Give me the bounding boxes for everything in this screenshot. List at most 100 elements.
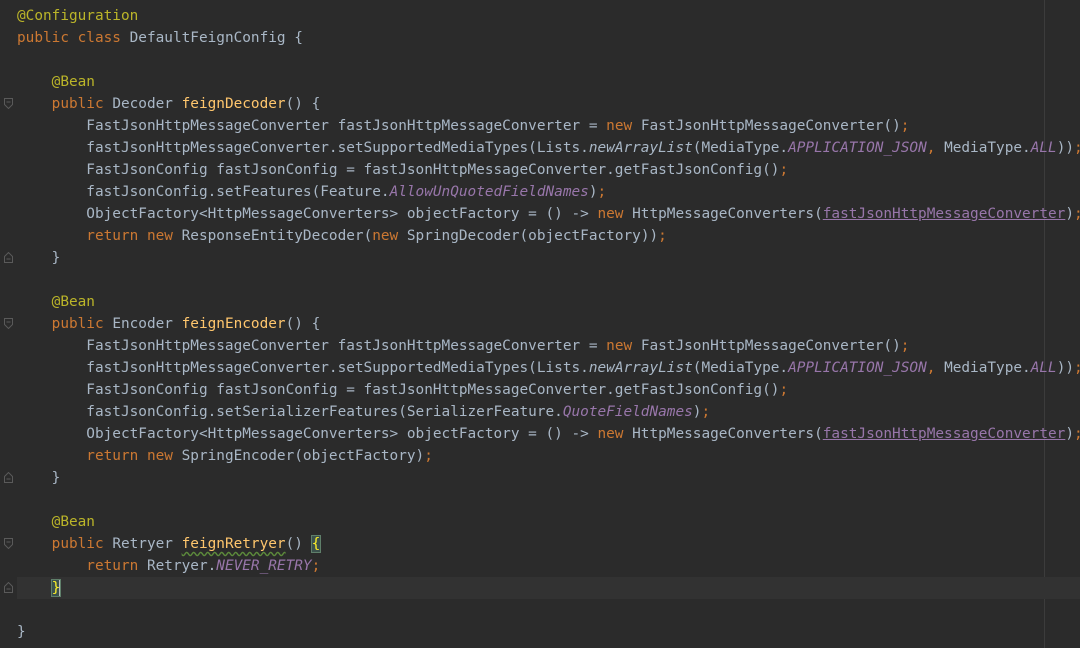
code-token: (MediaType. (692, 360, 789, 376)
code-line[interactable]: @Bean (17, 291, 1080, 313)
code-line[interactable]: public class DefaultFeignConfig { (17, 27, 1080, 49)
code-token: newArrayList (588, 360, 693, 376)
text-caret (59, 579, 62, 597)
code-token: public class (17, 30, 130, 46)
code-line[interactable]: fastJsonHttpMessageConverter.setSupporte… (17, 357, 1080, 379)
code-token: FastJsonConfig fastJsonConfig = fastJson… (17, 162, 780, 178)
code-token: FastJsonHttpMessageConverter() (640, 118, 901, 134)
code-token: return (17, 558, 147, 574)
code-token: ; (311, 558, 321, 574)
code-token: () (285, 536, 312, 552)
code-token: new (372, 228, 407, 244)
code-token: FastJsonHttpMessageConverter fastJsonHtt… (17, 338, 607, 354)
code-token: QuoteFieldNames (562, 404, 693, 420)
code-token: ; (1074, 206, 1080, 222)
fold-open-icon[interactable] (4, 538, 13, 549)
code-token: ResponseEntityDecoder( (181, 228, 373, 244)
code-token: HttpMessageConverters( (632, 206, 823, 222)
code-token: @Bean (17, 74, 95, 90)
code-editor[interactable]: @Configuration public class DefaultFeignC… (0, 0, 1080, 648)
code-line[interactable]: public Retryer feignRetryer() { (4, 533, 1080, 555)
code-token: fastJsonHttpMessageConverter (822, 206, 1066, 222)
code-line[interactable] (17, 599, 1080, 621)
code-line[interactable]: public Decoder feignDecoder() { (4, 93, 1080, 115)
code-line[interactable]: FastJsonConfig fastJsonConfig = fastJson… (17, 379, 1080, 401)
code-line[interactable]: } (4, 577, 1080, 599)
code-token: ) (1065, 426, 1075, 442)
code-line[interactable]: } (17, 621, 1080, 643)
code-line[interactable]: FastJsonConfig fastJsonConfig = fastJson… (17, 159, 1080, 181)
code-line[interactable]: FastJsonHttpMessageConverter fastJsonHtt… (17, 115, 1080, 137)
code-line[interactable]: } (4, 247, 1080, 269)
code-token: SpringDecoder(objectFactory)) (406, 228, 659, 244)
code-line[interactable]: return Retryer.NEVER_RETRY; (17, 555, 1080, 577)
code-token: fastJsonHttpMessageConverter.setSupporte… (17, 140, 589, 156)
code-line[interactable]: ObjectFactory<HttpMessageConverters> obj… (17, 423, 1080, 445)
code-line[interactable]: @Bean (17, 71, 1080, 93)
code-line[interactable]: public Encoder feignEncoder() { (4, 313, 1080, 335)
code-line[interactable] (17, 269, 1080, 291)
code-token: } (17, 470, 61, 486)
code-line[interactable]: @Configuration (17, 5, 1080, 27)
fold-close-icon[interactable] (4, 252, 13, 263)
code-line[interactable]: fastJsonConfig.setSerializerFeatures(Ser… (17, 401, 1080, 423)
code-token: new (606, 338, 641, 354)
code-token: APPLICATION_JSON (788, 360, 927, 376)
code-token: , (926, 140, 945, 156)
code-token: ) (1065, 206, 1075, 222)
code-token: ; (900, 118, 910, 134)
code-line[interactable]: @Bean (17, 511, 1080, 533)
code-token: ; (597, 184, 607, 200)
fold-open-icon[interactable] (4, 318, 13, 329)
code-token: APPLICATION_JSON (788, 140, 927, 156)
code-token: feignEncoder (181, 316, 286, 332)
fold-open-icon[interactable] (4, 98, 13, 109)
code-line[interactable]: fastJsonHttpMessageConverter.setSupporte… (17, 137, 1080, 159)
code-token: , (926, 360, 945, 376)
code-token: FastJsonHttpMessageConverter fastJsonHtt… (17, 118, 607, 134)
code-token: ; (900, 338, 910, 354)
code-line[interactable] (17, 489, 1080, 511)
code-token: Encoder (112, 316, 182, 332)
code-token: () { (285, 96, 321, 112)
code-line[interactable]: FastJsonHttpMessageConverter fastJsonHtt… (17, 335, 1080, 357)
code-line[interactable]: return new ResponseEntityDecoder(new Spr… (17, 225, 1080, 247)
code-token: @Bean (17, 294, 95, 310)
code-token: )) (1056, 360, 1075, 376)
code-line[interactable]: fastJsonConfig.setFeatures(Feature.Allow… (17, 181, 1080, 203)
code-token: @Configuration (17, 8, 139, 24)
code-token: ; (701, 404, 711, 420)
code-token: ; (424, 448, 433, 464)
code-token: FastJsonConfig fastJsonConfig = fastJson… (17, 382, 780, 398)
code-token: feignRetryer (181, 536, 286, 552)
fold-close-icon[interactable] (4, 472, 13, 483)
code-token: } (17, 250, 61, 266)
code-token: fastJsonConfig.setFeatures(Feature. (17, 184, 390, 200)
code-token: () { (285, 316, 321, 332)
code-token: { (310, 535, 322, 553)
code-token: ; (1074, 360, 1080, 376)
code-token: (MediaType. (692, 140, 789, 156)
code-line[interactable] (17, 49, 1080, 71)
code-token: ALL (1030, 360, 1057, 376)
code-line[interactable]: } (4, 467, 1080, 489)
code-token: new (597, 206, 633, 222)
code-token: return new (17, 448, 182, 464)
code-token: fastJsonHttpMessageConverter.setSupporte… (17, 360, 589, 376)
code-token: AllowUnQuotedFieldNames (389, 184, 589, 200)
code-token: ALL (1030, 140, 1057, 156)
code-token: @Bean (17, 514, 95, 530)
code-token: HttpMessageConverters( (632, 426, 823, 442)
code-token: public (17, 96, 113, 112)
code-token: return new (17, 228, 182, 244)
code-area[interactable]: @Configuration public class DefaultFeignC… (4, 5, 1080, 643)
code-token: new (597, 426, 633, 442)
code-token: NEVER_RETRY (216, 558, 312, 574)
code-line[interactable]: ObjectFactory<HttpMessageConverters> obj… (17, 203, 1080, 225)
fold-close-icon[interactable] (4, 582, 13, 593)
code-line[interactable]: return new SpringEncoder(objectFactory); (17, 445, 1080, 467)
code-token: new (606, 118, 641, 134)
code-token: public (17, 536, 113, 552)
code-token: Retryer (112, 536, 182, 552)
